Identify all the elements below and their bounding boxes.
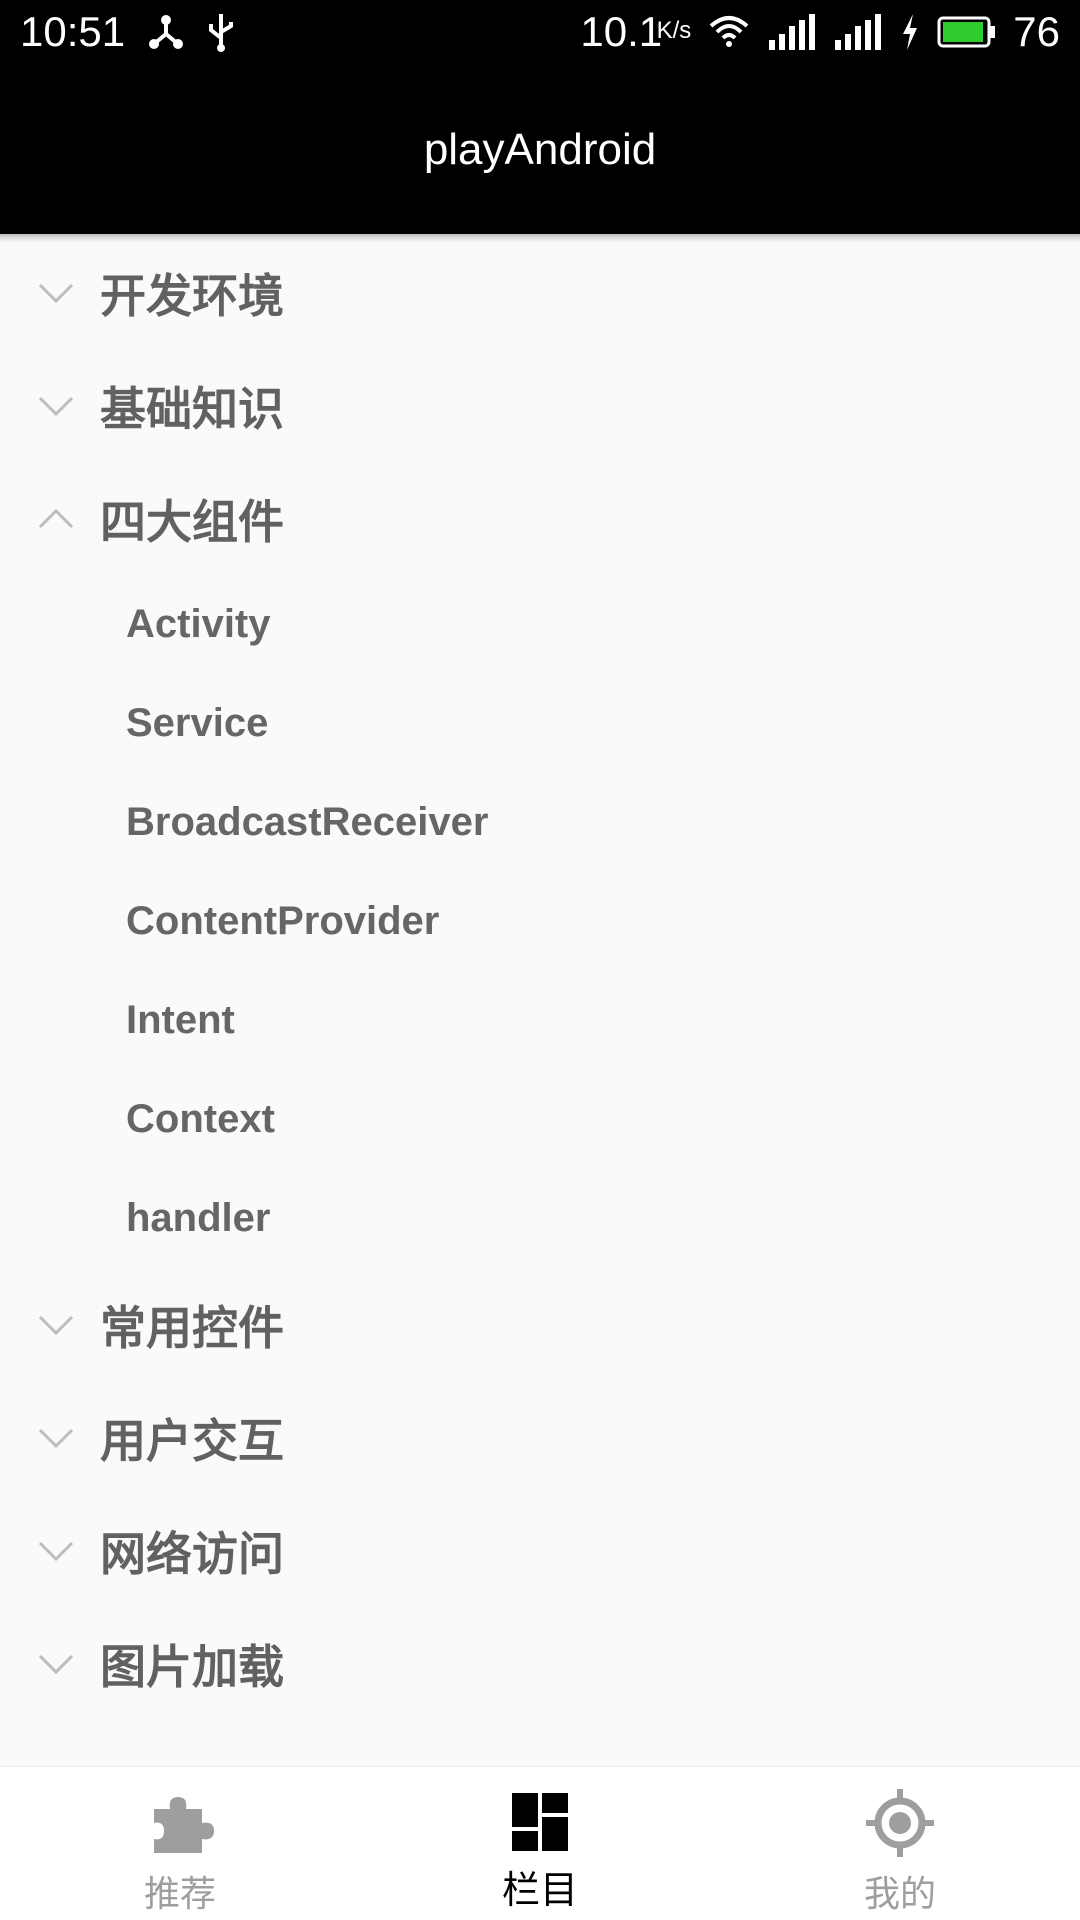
nav-label: 栏目 bbox=[501, 1868, 578, 1912]
tree-child-item[interactable]: Intent bbox=[0, 971, 1080, 1070]
wifi-icon bbox=[709, 16, 749, 47]
tree-group-basics[interactable]: 基础知识 bbox=[0, 349, 1080, 462]
chevron-down-icon bbox=[38, 1428, 74, 1448]
battery-percent: 76 bbox=[1013, 8, 1060, 55]
nav-recommend[interactable]: 推荐 bbox=[0, 1767, 360, 1920]
chevron-down-icon bbox=[38, 283, 74, 303]
tree-child-label: Activity bbox=[126, 602, 271, 646]
chevron-down-icon bbox=[38, 1654, 74, 1674]
nav-label: 我的 bbox=[863, 1874, 936, 1915]
tree-child-item[interactable]: Context bbox=[0, 1070, 1080, 1169]
tree-child-item[interactable]: Activity bbox=[0, 575, 1080, 674]
tree-child-item[interactable]: handler bbox=[0, 1169, 1080, 1268]
dashboard-icon bbox=[512, 1793, 568, 1851]
nav-label: 推荐 bbox=[143, 1874, 216, 1915]
status-right-group: 10.1 K/s 76 bbox=[580, 8, 1060, 56]
tree-child-label: BroadcastReceiver bbox=[126, 800, 489, 844]
tree-child-label: Intent bbox=[126, 998, 235, 1042]
tree-child-label: handler bbox=[126, 1196, 271, 1240]
tree-group-dev-env[interactable]: 开发环境 bbox=[0, 236, 1080, 349]
nav-mine[interactable]: 我的 bbox=[720, 1767, 1080, 1920]
nav-category[interactable]: 栏目 bbox=[360, 1767, 720, 1920]
network-speed: 10.1 bbox=[580, 8, 663, 55]
tree-group-label: 四大组件 bbox=[100, 494, 284, 549]
tree-group-components[interactable]: 四大组件 bbox=[0, 462, 1080, 575]
status-time: 10:51 bbox=[20, 8, 126, 55]
tree-group-label: 图片加载 bbox=[100, 1639, 284, 1694]
tree-group-label: 常用控件 bbox=[100, 1300, 284, 1355]
tree-group-label: 基础知识 bbox=[100, 381, 284, 436]
chevron-down-icon bbox=[38, 396, 74, 416]
usb-icon bbox=[209, 14, 233, 52]
share-icon bbox=[149, 15, 183, 49]
puzzle-icon bbox=[154, 1797, 214, 1853]
battery-icon bbox=[937, 16, 996, 48]
tree-group-label: 网络访问 bbox=[100, 1526, 284, 1581]
tree-child-label: ContentProvider bbox=[126, 899, 440, 943]
tree-child-label: Service bbox=[126, 701, 269, 745]
signal-icon bbox=[769, 14, 816, 50]
tree-group-widgets[interactable]: 常用控件 bbox=[0, 1268, 1080, 1381]
tree-group-label: 开发环境 bbox=[100, 268, 284, 323]
tree-child-item[interactable]: ContentProvider bbox=[0, 872, 1080, 971]
tree-child-label: Context bbox=[126, 1097, 275, 1141]
tree-group-image-loading[interactable]: 图片加载 bbox=[0, 1607, 1080, 1720]
tree-group-label: 用户交互 bbox=[100, 1413, 284, 1468]
signal-4g-icon bbox=[835, 14, 882, 50]
target-icon bbox=[866, 1789, 934, 1857]
app-bar: playAndroid bbox=[0, 66, 1080, 234]
bottom-nav: 推荐 栏目 我的 bbox=[0, 1766, 1080, 1920]
category-tree: 开发环境 基础知识 四大组件 Activity Service Broadcas… bbox=[0, 236, 1080, 1720]
tree-child-item[interactable]: BroadcastReceiver bbox=[0, 773, 1080, 872]
chevron-down-icon bbox=[38, 1541, 74, 1561]
chevron-down-icon bbox=[38, 1315, 74, 1335]
tree-group-interaction[interactable]: 用户交互 bbox=[0, 1381, 1080, 1494]
charging-icon bbox=[903, 14, 918, 50]
tree-child-item[interactable]: Service bbox=[0, 674, 1080, 773]
network-speed-unit: K/s bbox=[656, 17, 692, 44]
chevron-up-icon bbox=[38, 508, 74, 528]
page-title: playAndroid bbox=[423, 125, 657, 174]
status-left-icons bbox=[146, 12, 236, 52]
status-bar: 10:51 10.1 K/s 76 bbox=[0, 0, 1080, 66]
tree-group-network[interactable]: 网络访问 bbox=[0, 1494, 1080, 1607]
